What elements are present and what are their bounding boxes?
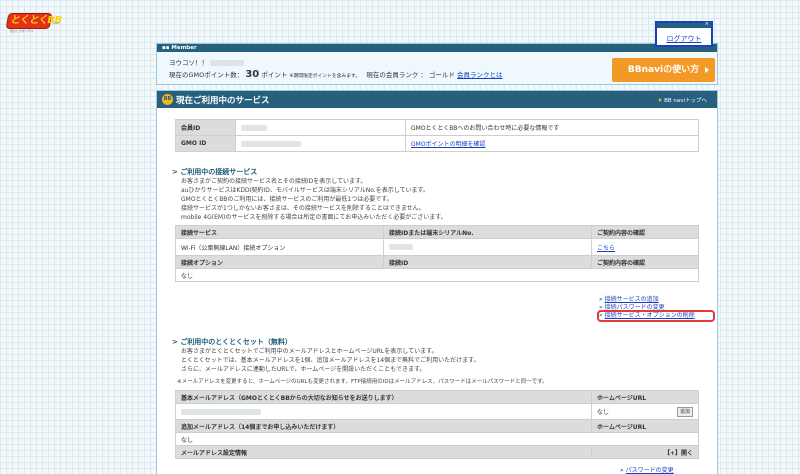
column-header: ご契約内容の確認 [591, 255, 699, 269]
table-row: GMO ID GMOポイントの明細を確認 [175, 135, 699, 152]
table-row: 基本メールアドレス（GMOとくとくBBからの大切なお知らせをお送りします） ホー… [175, 390, 699, 404]
column-header: 接続サービス [175, 225, 384, 239]
connection-description: お客さまがご契約の接続サービス名とその接続IDを表示しています。 auひかりサー… [181, 177, 447, 222]
column-header: 追加メールアドレス（14個までお申し込みいただけます） [175, 419, 592, 433]
member-id-redacted [241, 124, 267, 131]
main-header: BB 現在ご利用中のサービス BB naviトップへ [157, 91, 717, 108]
points-unit: ポイント [261, 71, 288, 79]
member-panel: ▪▪ Member ヨウコソ！！ 現在のGMOポイント数： 30 ポイント ※期… [156, 43, 718, 85]
mail-settings-toggle[interactable]: 【+】開く [591, 445, 699, 459]
greeting: ヨウコソ！！ [169, 57, 245, 67]
greeting-text: ヨウコソ！！ [169, 59, 208, 67]
connection-table: 接続サービス 接続IDまたは端末シリアルNo. ご契約内容の確認 Wi-Fi（公… [175, 225, 699, 282]
gmo-points-link[interactable]: GMOポイントの明細を確認 [411, 141, 486, 148]
contract-cell: こちら [591, 238, 699, 256]
option-none: なし [175, 268, 699, 282]
password-change-link[interactable]: » パスワードの変更 [620, 465, 674, 474]
column-header: 接続オプション [175, 255, 384, 269]
column-header: ホームページURL [591, 419, 699, 433]
table-row: 接続サービス 接続IDまたは端末シリアルNo. ご契約内容の確認 [175, 225, 699, 239]
page-title: 現在ご利用中のサービス [176, 96, 270, 106]
table-row: なし 追加 [175, 403, 699, 420]
extra-mail-none: なし [175, 432, 699, 446]
table-row: なし [175, 268, 699, 282]
basic-hp-cell: なし 追加 [591, 403, 699, 420]
add-service-link[interactable]: » 接続サービスの追加 [599, 294, 695, 303]
highlight-box [597, 310, 715, 322]
points-note: ※期間限定ポイントを含みます。 [289, 74, 361, 79]
id-table: 会員ID GMOとくとくBBへのお問い合わせ時に必要な情報です GMO ID G… [175, 119, 699, 152]
rank-info-link[interactable]: 会員ランクとは [457, 71, 503, 79]
basic-mail-value [175, 403, 592, 420]
rank-label: 現在の会員ランク ： ゴールド [366, 71, 455, 79]
basic-hp-value: なし [597, 408, 610, 416]
service-name: Wi-Fi（公衆無線LAN）接続オプション [175, 238, 384, 256]
table-row: 会員ID GMOとくとくBBへのお問い合わせ時に必要な情報です [175, 119, 699, 136]
table-row: 追加メールアドレス（14個までお申し込みいただけます） ホームページURL [175, 419, 699, 433]
gmo-id-label: GMO ID [175, 135, 236, 152]
member-id-label: 会員ID [175, 119, 236, 136]
bullet-icon: » [620, 467, 624, 474]
connection-text-line: 接続サービスが1つしかないお客さまは、その接続サービスを削除することはできません… [181, 205, 425, 212]
member-id-value [235, 119, 406, 136]
table-row: Wi-Fi（公衆無線LAN）接続オプション こちら [175, 238, 699, 256]
points-value: 30 [245, 69, 260, 80]
column-header: 接続ID [383, 255, 592, 269]
add-button[interactable]: 追加 [676, 406, 693, 417]
main-panel: BB 現在ご利用中のサービス BB naviトップへ 会員ID GMOとくとくB… [156, 90, 718, 474]
close-icon[interactable]: × [705, 21, 709, 27]
connection-text-line: GMOとくとくBBのご利用には、接続サービスのご利用が最低1つは必要です。 [181, 196, 393, 203]
logout-popup: × ログアウト [655, 21, 713, 47]
gmo-id-redacted [241, 140, 301, 147]
member-header: ▪▪ Member [157, 44, 717, 52]
set-note: ※メールアドレスを変更すると、ホームページのURLも変更されます。FTP接続用の… [177, 379, 548, 385]
member-id-desc: GMOとくとくBBへのお問い合わせ時に必要な情報です [405, 119, 699, 136]
user-name-redacted [210, 60, 245, 66]
connection-text-line: mobile 4G(EM)のサービスを削除する場合は所定の書面にてお申込みいただ… [181, 214, 447, 221]
password-change-label[interactable]: パスワードの変更 [626, 467, 674, 474]
section-title-set: ご利用中のとくとくセット（無料） [172, 337, 292, 347]
change-password-link[interactable]: » 接続パスワードの変更 [599, 302, 695, 311]
set-text-line: とくとくセットでは、基本メールアドレスを1個、追加メールアドレスを14個まで無料… [181, 357, 480, 364]
column-header: 基本メールアドレス（GMOとくとくBBからの大切なお知らせをお送りします） [175, 390, 592, 404]
table-row[interactable]: メールアドレス設定情報 【+】開く [175, 445, 699, 459]
service-id [383, 238, 592, 256]
bbnavi-guide-button[interactable]: BBnaviの使い方 [612, 58, 715, 82]
logout-link[interactable]: ログアウト [657, 34, 711, 44]
mail-settings-label: メールアドレス設定情報 [175, 445, 592, 459]
table-row: 接続オプション 接続ID ご契約内容の確認 [175, 255, 699, 269]
gmo-id-cell: GMOポイントの明細を確認 [405, 135, 699, 152]
set-description: お客さまがとくとくセットでご利用中のメールアドレスとホームページURLを表示して… [181, 347, 480, 374]
points-label: 現在のGMOポイント数： [169, 71, 244, 79]
gmo-id-value [235, 135, 406, 152]
column-header: ご契約内容の確認 [591, 225, 699, 239]
logo-tagline: 安心とクオリティ [10, 29, 34, 33]
table-row: なし [175, 432, 699, 446]
contract-details-link[interactable]: こちら [597, 245, 615, 252]
set-text-line: さらに、メールアドレスに連動したURLで、ホームページを開設いただくこともできま… [181, 366, 426, 373]
connection-text-line: お客さまがご契約の接続サービス名とその接続IDを表示しています。 [181, 178, 367, 185]
logo-domain: .com [52, 21, 60, 25]
column-header: 接続IDまたは端末シリアルNo. [383, 225, 592, 239]
service-id-redacted [389, 244, 413, 250]
logo[interactable]: とくとくBB .com 安心とクオリティ [5, 13, 67, 33]
connection-text-line: auひかりサービスはKDDI契約ID、モバイルサービスは端末シリアルNo.を表示… [181, 187, 429, 194]
bb-icon: BB [162, 94, 173, 105]
set-table: 基本メールアドレス（GMOとくとくBBからの大切なお知らせをお送りします） ホー… [175, 390, 699, 459]
set-text-line: お客さまがとくとくセットでご利用中のメールアドレスとホームページURLを表示して… [181, 348, 438, 355]
bbnavi-top-link[interactable]: BB naviトップへ [659, 96, 707, 104]
basic-mail-redacted [181, 408, 261, 415]
section-title-connection: ご利用中の接続サービス [172, 167, 257, 177]
logout-popup-bar: × [657, 21, 711, 28]
column-header: ホームページURL [591, 390, 699, 404]
points-row: 現在のGMOポイント数： 30 ポイント ※期間限定ポイントを含みます。 現在の… [169, 69, 503, 80]
member-header-label: Member [171, 45, 197, 51]
